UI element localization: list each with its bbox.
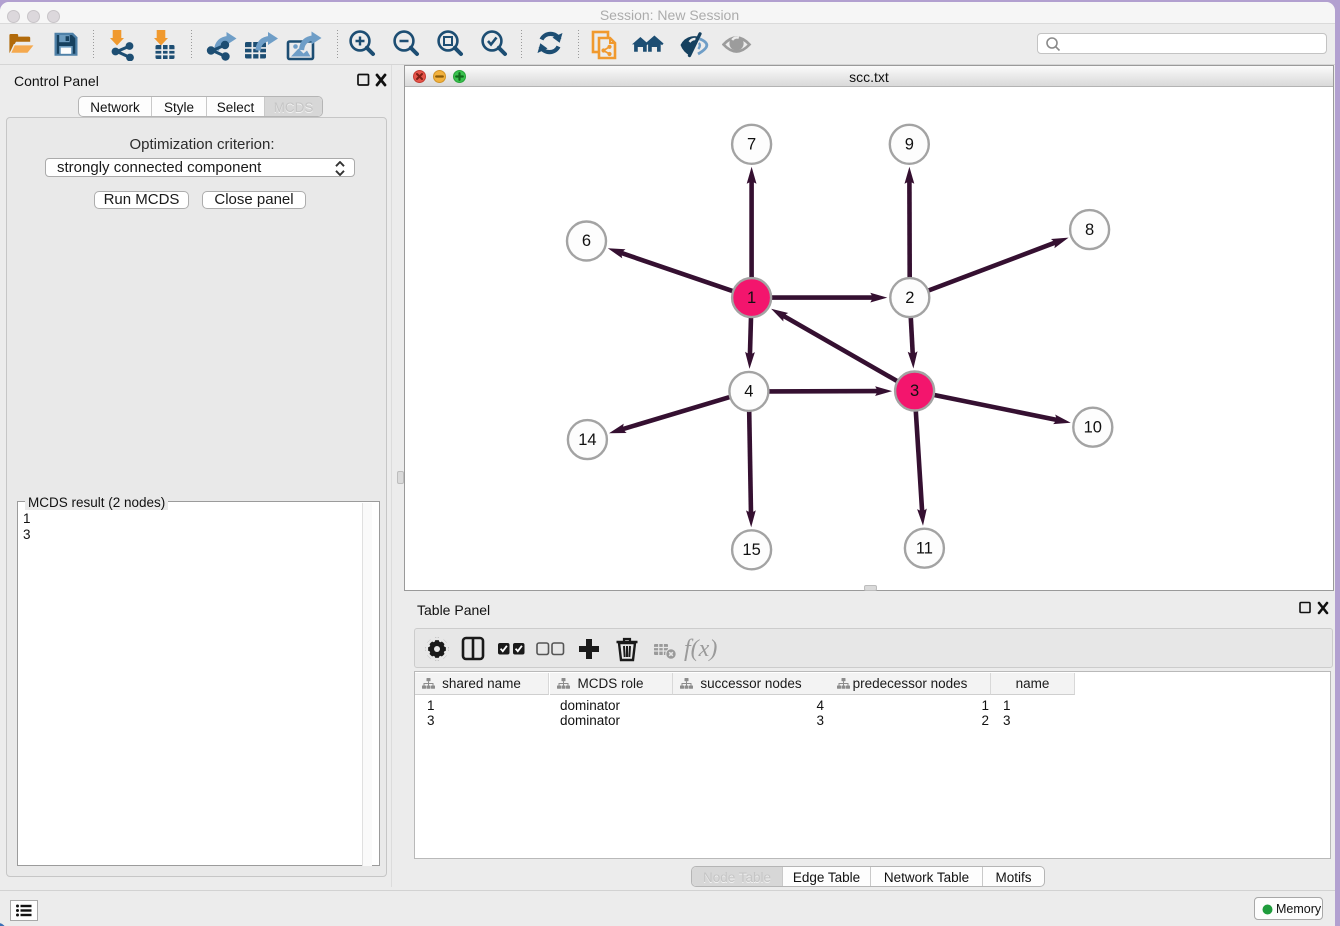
svg-text:1: 1 [747,289,756,307]
svg-text:f(x): f(x) [684,636,717,662]
svg-text:9: 9 [905,136,914,154]
svg-text:10: 10 [1084,418,1102,436]
svg-text:6: 6 [582,232,591,250]
svg-text:15: 15 [742,541,760,559]
svg-text:2: 2 [905,289,914,307]
svg-text:7: 7 [747,136,756,154]
svg-text:3: 3 [910,382,919,400]
svg-text:4: 4 [744,383,753,401]
svg-text:11: 11 [916,539,933,557]
svg-text:14: 14 [578,431,596,449]
svg-text:8: 8 [1085,221,1094,239]
